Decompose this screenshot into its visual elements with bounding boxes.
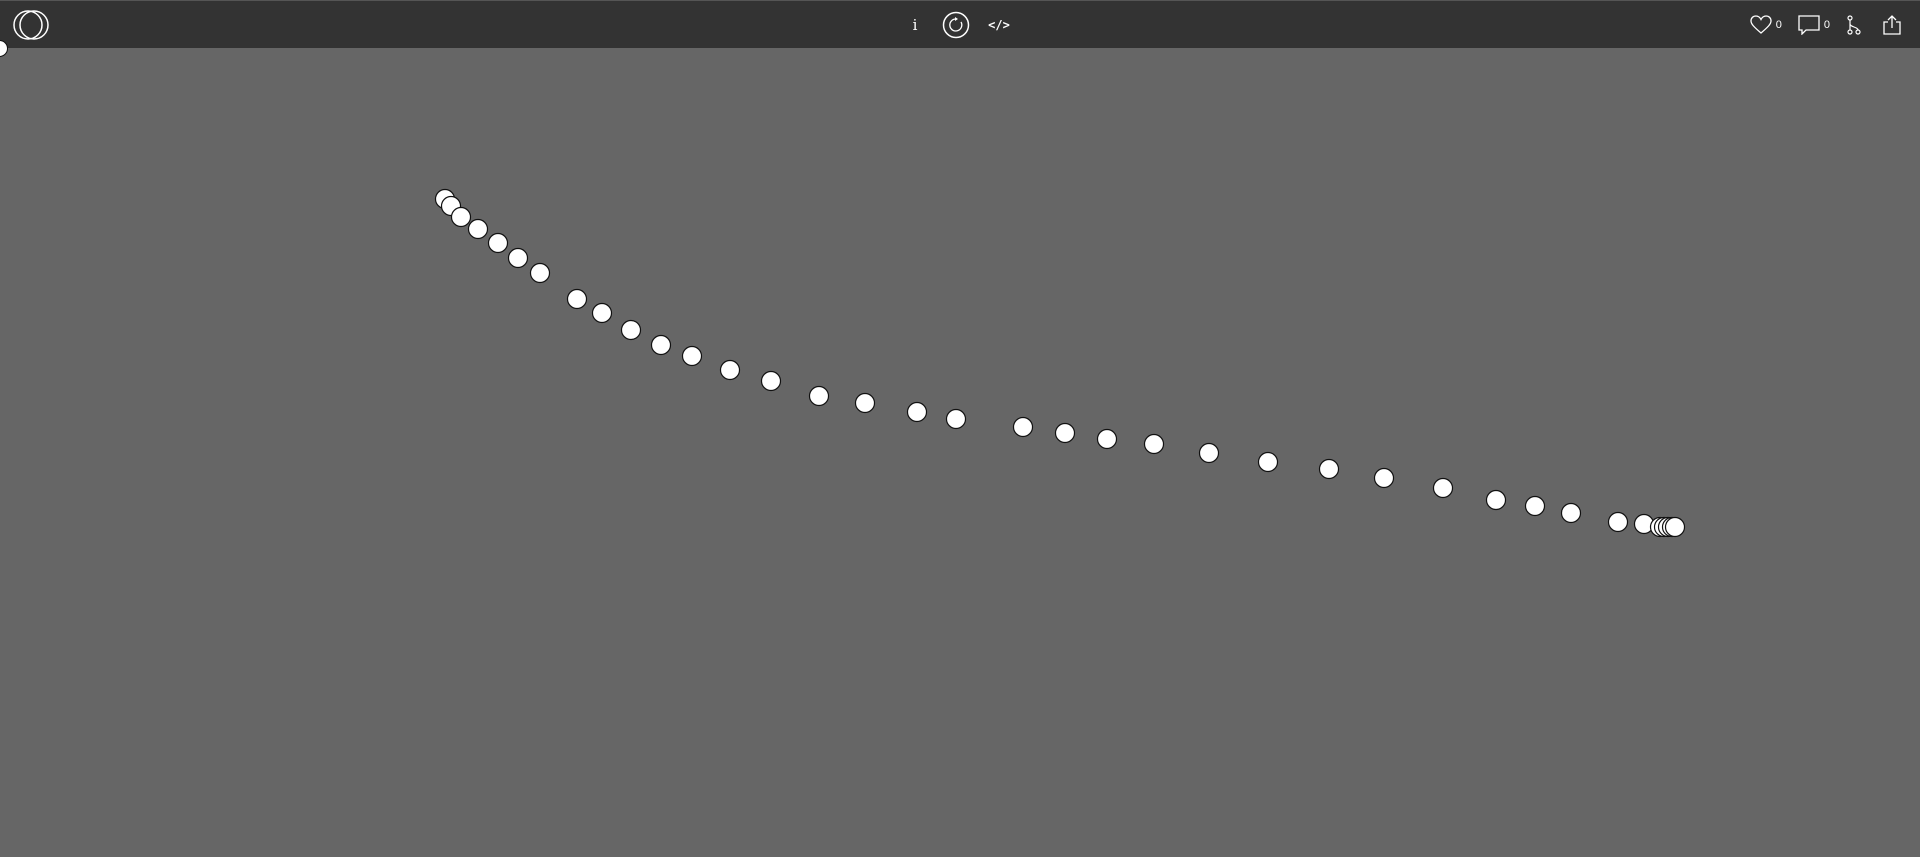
sketch-dot: [1607, 511, 1629, 533]
code-button[interactable]: </>: [984, 9, 1014, 41]
restart-button[interactable]: [938, 9, 974, 41]
comments-count: 0: [1823, 19, 1830, 31]
sketch-dot: [1664, 516, 1686, 538]
share-button[interactable]: [1882, 14, 1902, 36]
sketch-dot: [1012, 416, 1034, 438]
sketch-dot: [1524, 495, 1546, 517]
sketch-dot: [529, 262, 551, 284]
sketch-dot: [906, 401, 928, 423]
heart-icon: [1750, 15, 1772, 34]
sketch-dot: [1318, 458, 1340, 480]
fork-icon: [1847, 15, 1861, 35]
sketch-dot: [566, 288, 588, 310]
share-icon: [1883, 15, 1901, 35]
sketch-dot: [467, 218, 489, 240]
top-toolbar: i </> 0 0: [0, 0, 1920, 48]
sketch-dot: [1096, 428, 1118, 450]
sketch-dot: [854, 392, 876, 414]
restart-icon: [942, 11, 970, 39]
sketch-dot: [760, 370, 782, 392]
fork-button[interactable]: [1846, 15, 1862, 35]
info-button[interactable]: i: [900, 9, 930, 41]
sketch-dot: [1054, 422, 1076, 444]
sketch-dot: [1143, 433, 1165, 455]
sketch-dot: [591, 302, 613, 324]
sketch-dot: [1373, 467, 1395, 489]
openprocessing-logo-icon[interactable]: [12, 9, 50, 41]
likes-count: 0: [1775, 19, 1782, 31]
social-controls: 0 0: [1750, 9, 1902, 41]
sketch-dot: [650, 334, 672, 356]
sketch-dot: [507, 247, 529, 269]
like-button[interactable]: 0: [1750, 15, 1782, 35]
sketch-dot: [1560, 502, 1582, 524]
comment-icon: [1798, 15, 1820, 35]
sketch-dot: [1257, 451, 1279, 473]
sketch-dot: [719, 359, 741, 381]
sketch-controls: i </>: [900, 9, 1014, 41]
sketch-dot: [1485, 489, 1507, 511]
sketch-dot: [945, 408, 967, 430]
comments-button[interactable]: 0: [1798, 15, 1830, 35]
sketch-dot: [487, 232, 509, 254]
sketch-dot: [808, 385, 830, 407]
sketch-dot: [681, 345, 703, 367]
sketch-dot: [1432, 477, 1454, 499]
sketch-dot: [620, 319, 642, 341]
sketch-dot: [450, 206, 472, 228]
sketch-canvas[interactable]: [0, 48, 1920, 857]
sketch-dot: [1198, 442, 1220, 464]
